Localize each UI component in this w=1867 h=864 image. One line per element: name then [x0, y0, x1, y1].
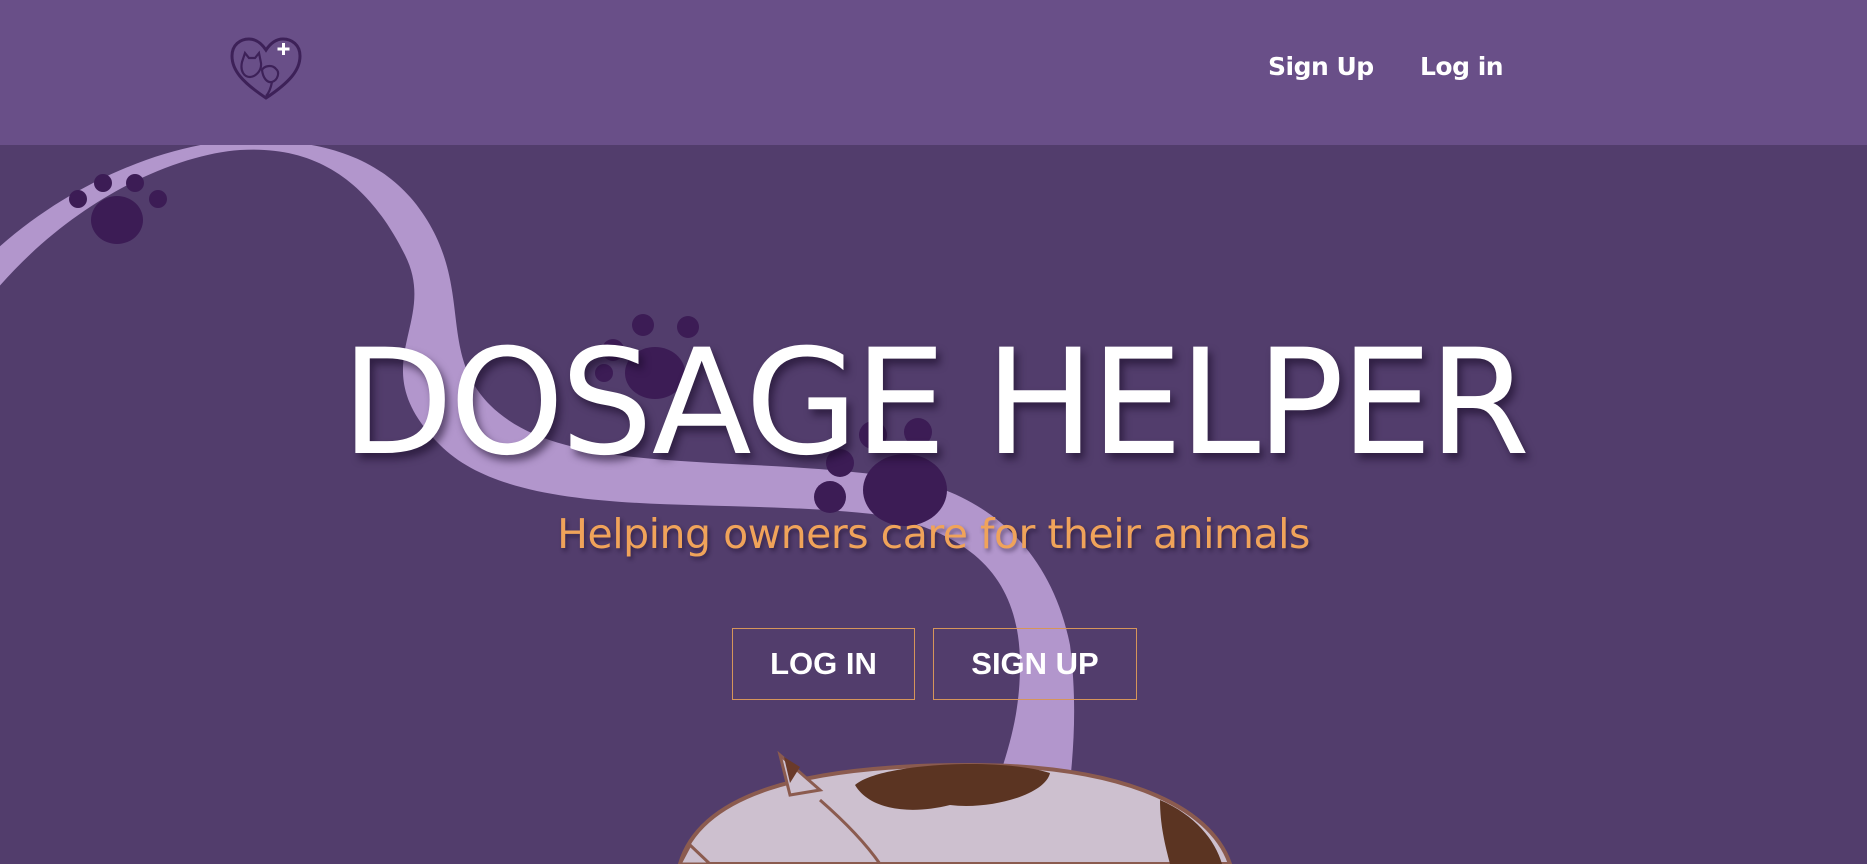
hero-section: DOSAGE HELPER Helping owners care for th…: [0, 145, 1867, 864]
home-logo-link[interactable]: [228, 36, 304, 102]
sleeping-cat-illustration: [677, 750, 1233, 864]
nav-login-link[interactable]: Log in: [1420, 52, 1504, 81]
nav-signup-link[interactable]: Sign Up: [1268, 52, 1374, 81]
hero-title: DOSAGE HELPER: [341, 318, 1530, 488]
hero-subtitle: Helping owners care for their animals: [557, 510, 1310, 558]
signup-button[interactable]: SIGN UP: [933, 628, 1137, 700]
hero-illustration: [0, 145, 1233, 864]
heart-pet-cross-icon: [230, 37, 302, 100]
login-button[interactable]: LOG IN: [732, 628, 915, 700]
top-navbar: Sign Up Log in: [0, 0, 1867, 145]
